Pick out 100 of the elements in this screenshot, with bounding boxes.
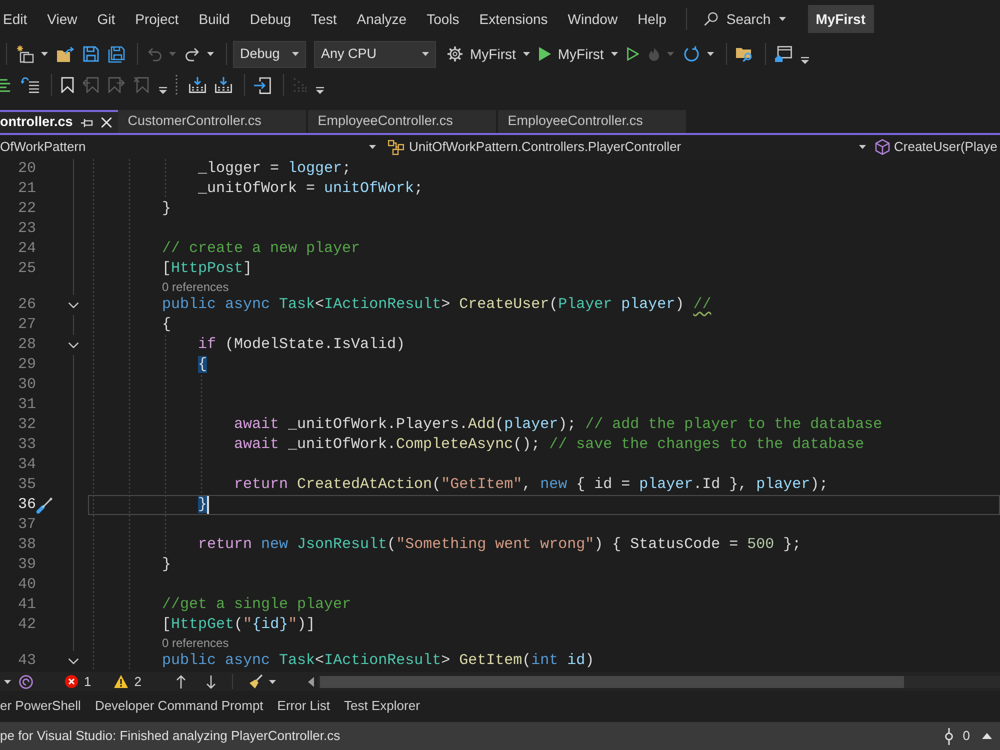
menu-item[interactable]: Extensions <box>479 10 548 28</box>
navigation-dropdown[interactable]: CreateUser(Playe <box>872 135 1000 159</box>
line-number: 36 <box>16 495 36 515</box>
code-line: await _unitOfWork.Players.Add(player); // add the player to the database <box>234 415 882 435</box>
scroll-left-icon[interactable] <box>308 676 314 686</box>
line-number: 34 <box>16 455 36 475</box>
caret-icon <box>369 145 376 149</box>
startup-project-dropdown[interactable]: MyFirst <box>444 41 533 67</box>
folder-arrow-icon <box>57 46 74 62</box>
floppy-disk-icon <box>83 46 99 62</box>
line-number: 26 <box>16 295 36 315</box>
code-line: [HttpGet("{id}")] <box>162 615 316 635</box>
status-message: pe for Visual Studio: Finished analyzing PlayerController.cs <box>0 727 342 746</box>
navigation-dropdown[interactable]: OfWorkPattern <box>0 135 382 159</box>
caret-icon <box>292 52 299 56</box>
tray-down-arrow-icon <box>189 77 206 93</box>
screwdriver-icon[interactable] <box>36 496 53 514</box>
errors-button[interactable]: 1 <box>65 672 92 692</box>
play-icon <box>538 47 551 61</box>
tray-down-arrow-icon <box>215 77 232 93</box>
toolbar-grip-icon[interactable] <box>175 75 178 95</box>
undo-icon <box>147 46 162 62</box>
tool-window-tab[interactable]: Developer Command Prompt <box>94 694 264 720</box>
lines-arrow-icon <box>21 77 39 93</box>
page-arrow-icon <box>254 76 271 94</box>
line-number: 37 <box>16 515 36 535</box>
menu-item[interactable]: Help <box>638 10 666 28</box>
code-line: } <box>162 555 172 575</box>
menu-item[interactable]: View <box>47 10 78 28</box>
solution-name: MyFirst <box>808 5 874 33</box>
tool-window-tab[interactable]: Test Explorer <box>344 694 420 720</box>
line-number: 42 <box>16 615 36 635</box>
line-number: 24 <box>16 239 36 259</box>
menu-item[interactable]: Window <box>568 10 618 28</box>
line-number: 27 <box>16 315 36 335</box>
chevron-down-icon[interactable] <box>68 342 78 348</box>
menu-item[interactable]: Build <box>198 10 230 28</box>
overflow-icon <box>800 57 809 64</box>
line-number: 40 <box>16 575 36 595</box>
play-outline-icon <box>626 47 639 61</box>
code-line: [HttpPost] <box>162 259 252 279</box>
chevron-down-icon[interactable] <box>68 658 78 664</box>
warnings-button[interactable]: 2 <box>114 672 142 692</box>
code-line: { <box>162 315 172 335</box>
line-number: 29 <box>16 355 36 375</box>
line-number: 23 <box>16 219 36 239</box>
tool-window-tab[interactable]: er PowerShell <box>0 694 81 720</box>
line-number: 22 <box>16 199 36 219</box>
close-icon[interactable] <box>100 117 112 128</box>
reference-count-link[interactable]: 0 references <box>162 635 229 651</box>
reference-count-link[interactable]: 0 references <box>162 279 229 295</box>
menu-item[interactable]: Project <box>135 10 179 28</box>
line-number: 39 <box>16 555 36 575</box>
code-line: _logger = logger; <box>198 159 352 179</box>
menu-item[interactable]: Tools <box>426 10 460 28</box>
code-line: // create a new player <box>162 239 360 259</box>
caret-icon[interactable] <box>4 680 11 684</box>
menu-item[interactable]: Edit <box>3 10 28 28</box>
search-icon <box>704 12 718 26</box>
up-triangle-icon[interactable] <box>982 733 992 739</box>
bookmark-icon <box>61 77 74 93</box>
code-line: public async Task<IActionResult> CreateUser(Player player) // <box>162 295 712 315</box>
line-number: 32 <box>16 415 36 435</box>
run-button[interactable]: MyFirst <box>536 41 621 67</box>
bookmark-cross-icon <box>134 77 150 93</box>
overflow-icon <box>316 87 324 94</box>
code-line: return new JsonResult("Something went wrong") { StatusCode = 500 }; <box>198 535 802 555</box>
up-arrow-icon[interactable] <box>176 674 186 688</box>
redo-icon <box>185 46 200 62</box>
cleanup-button[interactable] <box>249 674 276 689</box>
search-button[interactable]: Search <box>704 8 786 30</box>
chevron-down-icon[interactable] <box>68 302 78 308</box>
tool-window-tab[interactable]: Error List <box>277 694 330 720</box>
navigation-dropdown[interactable]: UnitOfWorkPattern.Controllers.PlayerController <box>382 135 872 159</box>
document-tab[interactable]: EmployeeController.cs <box>308 110 496 133</box>
document-tab[interactable]: EmployeeController.cs <box>498 110 686 133</box>
menu-item[interactable]: Test <box>311 10 337 28</box>
swirl-icon[interactable] <box>19 674 33 688</box>
menu-item[interactable]: Git <box>97 10 116 28</box>
folder-magnifier-icon <box>736 46 753 62</box>
caret-icon <box>859 145 866 149</box>
window-house-icon <box>774 46 792 62</box>
toolbar-dropdown[interactable]: Debug <box>233 40 306 68</box>
document-tab[interactable]: ontroller.cs <box>0 110 118 133</box>
line-number: 25 <box>16 259 36 279</box>
changes-button[interactable]: 0 <box>944 726 970 746</box>
caret-icon <box>422 52 429 56</box>
caret-icon <box>778 17 786 21</box>
code-line: if (ModelState.IsValid) <box>198 335 406 355</box>
line-number: 41 <box>16 595 36 615</box>
pin-icon[interactable] <box>80 118 93 128</box>
menu-item[interactable]: Debug <box>250 10 292 28</box>
flame-icon <box>648 46 660 62</box>
bookmark-left-arrow-icon <box>83 77 99 93</box>
menu-item[interactable]: Analyze <box>356 10 407 28</box>
document-tab[interactable]: CustomerController.cs <box>118 110 306 133</box>
lines-icon <box>0 78 12 92</box>
down-arrow-icon[interactable] <box>206 674 216 688</box>
caret-icon <box>269 680 276 684</box>
toolbar-dropdown[interactable]: Any CPU <box>314 40 436 68</box>
